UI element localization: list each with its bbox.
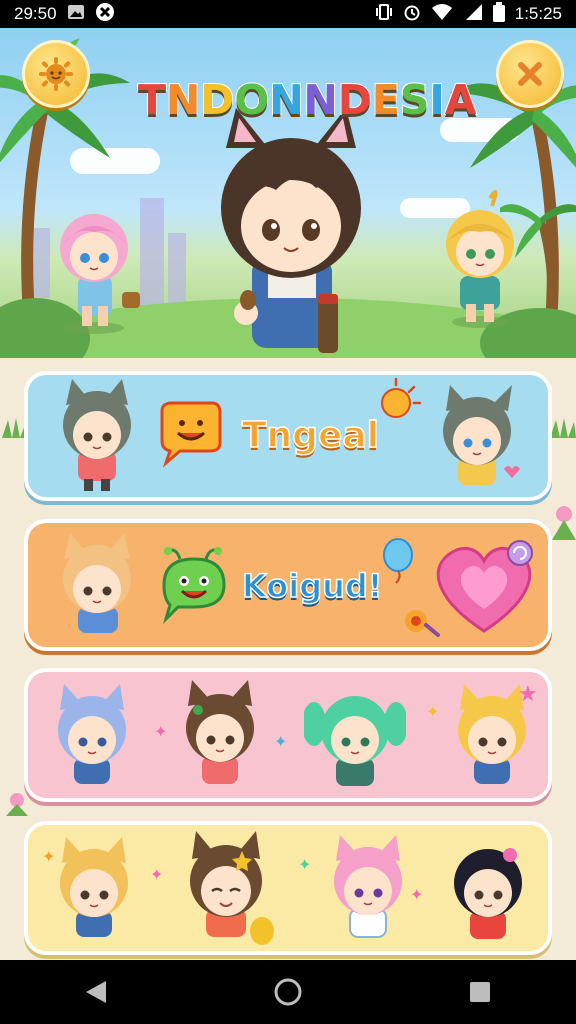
flower-decoration (6, 793, 28, 816)
title-letter: D (199, 75, 235, 125)
status-bar: 29:50 1:5:25 (0, 0, 576, 28)
title-letter: D (337, 75, 373, 125)
chat-bubble-emoji-icon (160, 401, 222, 468)
card-tngeal[interactable]: Tngeal (24, 371, 552, 501)
hero-banner: TNDONNDESIA (0, 28, 576, 358)
green-twintail-character (304, 696, 406, 786)
green-alien-emoji-icon (162, 547, 226, 625)
brown-cat-character (186, 680, 254, 784)
app-title-text: TNDONNDESIA (137, 75, 478, 125)
title-letter: S (399, 75, 431, 125)
card-characters-yellow[interactable]: ✦ ✦ ✦ ✦ (24, 821, 552, 955)
brown-cat-star-character (190, 831, 274, 945)
city-building (168, 233, 186, 308)
app-title: TNDONNDESIA (137, 75, 478, 125)
star-icon: ★ (518, 682, 538, 707)
sparkle-icon: ✦ (42, 847, 56, 866)
gray-cat-character (63, 379, 131, 491)
signal-icon (463, 3, 483, 26)
settings-button[interactable] (22, 40, 90, 108)
sparkle-icon: ✦ (154, 722, 168, 741)
sparkle-icon: ✦ (150, 865, 164, 884)
close-button[interactable] (496, 40, 564, 108)
recents-square-icon (470, 982, 490, 1002)
pink-hair-character (60, 214, 140, 334)
title-letter: I (428, 75, 445, 125)
speech-bubble-sparkle-icon (381, 377, 422, 418)
nav-home-button[interactable] (263, 967, 313, 1017)
sparkle-icon: ✦ (426, 702, 440, 721)
balloon-icon (383, 538, 413, 584)
card-label-koigud: Koigud! (241, 566, 383, 606)
blond-character (446, 190, 514, 328)
nav-recents-button[interactable] (455, 967, 505, 1017)
vibrate-icon (375, 3, 393, 26)
cat-ear-boy-character (221, 108, 361, 353)
blond-fox-character (60, 837, 128, 937)
pink-cat-character (334, 835, 402, 938)
black-hair-character (454, 848, 522, 939)
app-notification-icon (95, 2, 115, 27)
system-nav-bar (0, 960, 576, 1024)
title-letter: N (165, 75, 201, 125)
battery-icon (492, 1, 505, 27)
card-koigud[interactable]: Koigud! (24, 519, 552, 651)
wifi-icon (431, 3, 453, 26)
home-circle-icon (274, 978, 302, 1006)
gray-wolf-character (443, 385, 520, 485)
back-triangle-icon (86, 981, 106, 1003)
title-letter: E (371, 75, 401, 125)
nav-back-button[interactable] (71, 967, 121, 1017)
alarm-icon (403, 3, 421, 26)
close-icon (518, 62, 542, 86)
status-clock: 1:5:25 (514, 4, 562, 23)
orange-fox-character (63, 533, 131, 633)
title-letter: N (268, 75, 304, 125)
card-characters-pink[interactable]: ✦ ✦ ✦ ★ (24, 668, 552, 802)
sun-gear-icon (39, 57, 73, 91)
sparkle-icon: ✦ (410, 885, 424, 904)
flower-decoration (552, 506, 576, 540)
pink-heart-icon (436, 540, 533, 633)
title-letter: N (303, 75, 339, 125)
grass-tuft (550, 418, 576, 438)
status-time: 29:50 (14, 4, 57, 23)
sparkle-icon: ✦ (298, 855, 312, 874)
card-label-tngeal: Tngeal (241, 414, 380, 457)
title-letter: O (233, 75, 270, 125)
sparkle-icon: ✦ (274, 732, 288, 751)
title-letter: A (444, 75, 478, 125)
blue-hair-cat-character (58, 684, 126, 784)
image-notification-icon (67, 3, 85, 26)
title-letter: T (137, 75, 167, 125)
